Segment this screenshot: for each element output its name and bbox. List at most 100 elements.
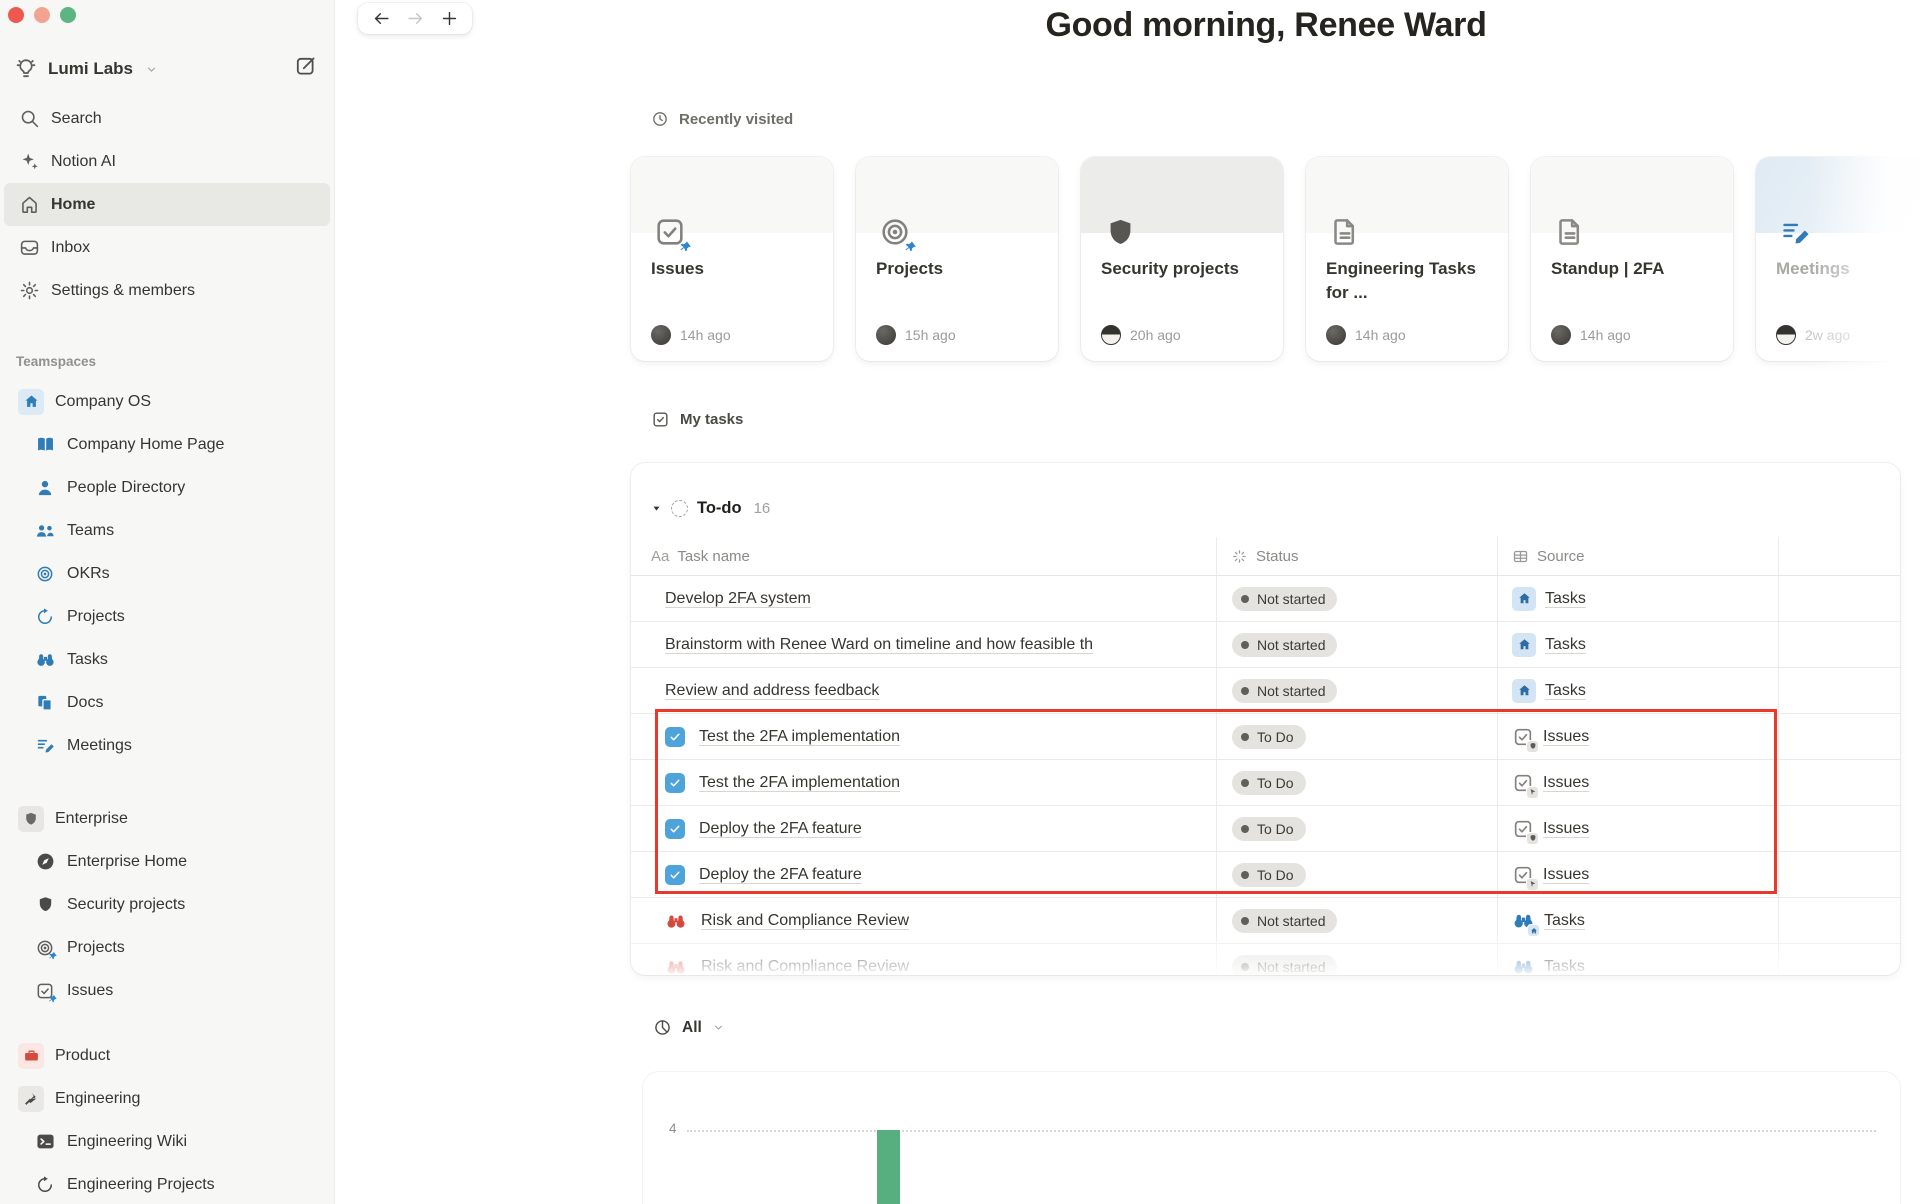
status-badge[interactable]: To Do xyxy=(1232,816,1306,841)
status-badge[interactable]: Not started xyxy=(1232,586,1338,611)
workspace-switcher[interactable]: Lumi Labs xyxy=(0,47,334,91)
sidebar-item-engineering-wiki[interactable]: Engineering Wiki xyxy=(4,1120,330,1163)
task-row[interactable]: Test the 2FA implementation To Do Issues xyxy=(631,760,1900,806)
sidebar-item-settings[interactable]: Settings & members xyxy=(4,269,330,312)
source-link[interactable]: Tasks xyxy=(1512,678,1586,703)
sidebar-item-search[interactable]: Search xyxy=(4,97,330,140)
zoom-window-button[interactable] xyxy=(60,7,76,23)
task-name-link[interactable]: Review and address feedback xyxy=(665,682,879,700)
task-row[interactable]: Review and address feedback Not started … xyxy=(631,668,1900,714)
task-name-link[interactable]: Risk and Compliance Review xyxy=(701,958,909,976)
sidebar-item-teams[interactable]: Teams xyxy=(4,509,330,552)
status-badge[interactable]: Not started xyxy=(1232,678,1338,703)
task-name-link[interactable]: Deploy the 2FA feature xyxy=(699,820,862,838)
sidebar-item-company-os[interactable]: Company OS xyxy=(4,380,330,423)
recent-card-engineering-tasks[interactable]: Engineering Tasks for ... 14h ago xyxy=(1306,157,1508,361)
cursor-badge-icon xyxy=(1526,877,1539,891)
task-name-link[interactable]: Brainstorm with Renee Ward on timeline a… xyxy=(665,636,1093,654)
status-badge[interactable]: To Do xyxy=(1232,770,1306,795)
status-badge[interactable]: Not started xyxy=(1232,954,1338,975)
source-link[interactable]: Tasks xyxy=(1512,586,1586,611)
status-badge[interactable]: Not started xyxy=(1232,908,1338,933)
task-row[interactable]: Brainstorm with Renee Ward on timeline a… xyxy=(631,622,1900,668)
cycle-arrow-icon xyxy=(34,606,56,628)
sidebar-item-meetings[interactable]: Meetings xyxy=(4,724,330,767)
sidebar-item-docs[interactable]: Docs xyxy=(4,681,330,724)
chart-filter-dropdown[interactable]: All xyxy=(653,1018,725,1037)
source-link[interactable]: Tasks xyxy=(1512,909,1585,937)
minimize-window-button[interactable] xyxy=(34,7,50,23)
source-link[interactable]: Issues xyxy=(1512,864,1589,891)
sidebar-item-enterprise-home[interactable]: Enterprise Home xyxy=(4,840,330,883)
source-link[interactable]: Tasks xyxy=(1512,632,1586,657)
sidebar-item-label: Meetings xyxy=(67,736,132,754)
meeting-notes-icon xyxy=(1776,213,1814,251)
chevron-down-icon xyxy=(712,1021,725,1034)
forward-button[interactable] xyxy=(405,9,425,29)
task-row[interactable]: Risk and Compliance Review Not started T… xyxy=(631,898,1900,944)
close-window-button[interactable] xyxy=(8,7,24,23)
column-header-source[interactable]: Source xyxy=(1497,537,1778,575)
recent-card-issues[interactable]: Issues 14h ago xyxy=(631,157,833,361)
sidebar-item-enterprise-projects[interactable]: Projects xyxy=(4,926,330,969)
sidebar-item-issues[interactable]: Issues xyxy=(4,969,330,1012)
sidebar-item-people-directory[interactable]: People Directory xyxy=(4,466,330,509)
task-row[interactable]: Develop 2FA system Not started Tasks xyxy=(631,576,1900,622)
status-badge[interactable]: To Do xyxy=(1232,724,1306,749)
checkbox-pin-icon xyxy=(34,980,57,1002)
column-header-task-name[interactable]: Aa Task name xyxy=(631,537,1216,575)
avatar xyxy=(876,325,896,345)
window-controls[interactable] xyxy=(8,7,76,23)
sidebar-item-label: Projects xyxy=(67,607,125,625)
checked-checkbox[interactable] xyxy=(665,772,685,793)
status-badge[interactable]: Not started xyxy=(1232,632,1338,657)
sidebar-item-tasks[interactable]: Tasks xyxy=(4,638,330,681)
column-header-status[interactable]: Status xyxy=(1216,537,1497,575)
sidebar-item-inbox[interactable]: Inbox xyxy=(4,226,330,269)
sidebar-item-projects[interactable]: Projects xyxy=(4,595,330,638)
house-icon xyxy=(1512,678,1536,703)
source-link[interactable]: Issues xyxy=(1512,726,1589,753)
task-name-link[interactable]: Deploy the 2FA feature xyxy=(699,866,862,884)
recent-card-projects[interactable]: Projects 15h ago xyxy=(856,157,1058,361)
source-link[interactable]: Tasks xyxy=(1512,955,1585,975)
recent-card-standup-2fa[interactable]: Standup | 2FA 14h ago xyxy=(1531,157,1733,361)
checked-checkbox[interactable] xyxy=(665,726,685,747)
task-row[interactable]: Risk and Compliance Review Not started T… xyxy=(631,944,1900,975)
new-page-button[interactable] xyxy=(294,54,318,78)
card-timestamp: 14h ago xyxy=(680,327,731,343)
checked-checkbox[interactable] xyxy=(665,818,685,839)
back-button[interactable] xyxy=(371,9,391,29)
sidebar-item-security-projects[interactable]: Security projects xyxy=(4,883,330,926)
sidebar-item-label: Engineering Projects xyxy=(67,1175,215,1193)
source-link[interactable]: Issues xyxy=(1512,772,1589,799)
task-row[interactable]: Test the 2FA implementation To Do Issues xyxy=(631,714,1900,760)
task-row[interactable]: Deploy the 2FA feature To Do Issues xyxy=(631,806,1900,852)
people-icon xyxy=(34,520,56,542)
gridline xyxy=(687,1130,1876,1132)
recent-card-security-projects[interactable]: Security projects 20h ago xyxy=(1081,157,1283,361)
document-icon xyxy=(1551,213,1589,251)
terminal-icon xyxy=(34,1131,56,1153)
sidebar-item-engineering-projects[interactable]: Engineering Projects xyxy=(4,1163,330,1204)
new-tab-button[interactable] xyxy=(439,9,459,29)
sidebar-item-okrs[interactable]: OKRs xyxy=(4,552,330,595)
checked-checkbox[interactable] xyxy=(665,864,685,885)
sidebar-item-product[interactable]: Product xyxy=(4,1034,330,1077)
task-name-link[interactable]: Risk and Compliance Review xyxy=(701,912,909,930)
sidebar-item-company-home-page[interactable]: Company Home Page xyxy=(4,423,330,466)
task-name-link[interactable]: Develop 2FA system xyxy=(665,590,811,608)
sidebar-item-enterprise[interactable]: Enterprise xyxy=(4,797,330,840)
source-link[interactable]: Issues xyxy=(1512,818,1589,845)
task-name-link[interactable]: Test the 2FA implementation xyxy=(699,774,900,792)
sidebar-item-notion-ai[interactable]: Notion AI xyxy=(4,140,330,183)
sidebar-item-home[interactable]: Home xyxy=(4,183,330,226)
status-badge[interactable]: To Do xyxy=(1232,862,1306,887)
recent-card-meetings[interactable]: Meetings 2w ago xyxy=(1756,157,1920,361)
sidebar-item-label: Issues xyxy=(67,981,114,999)
issue-checkbox-icon xyxy=(1512,818,1539,845)
task-row[interactable]: Deploy the 2FA feature To Do Issues xyxy=(631,852,1900,898)
todo-group-toggle[interactable]: To-do 16 xyxy=(651,493,770,523)
sidebar-item-engineering[interactable]: Engineering xyxy=(4,1077,330,1120)
task-name-link[interactable]: Test the 2FA implementation xyxy=(699,728,900,746)
